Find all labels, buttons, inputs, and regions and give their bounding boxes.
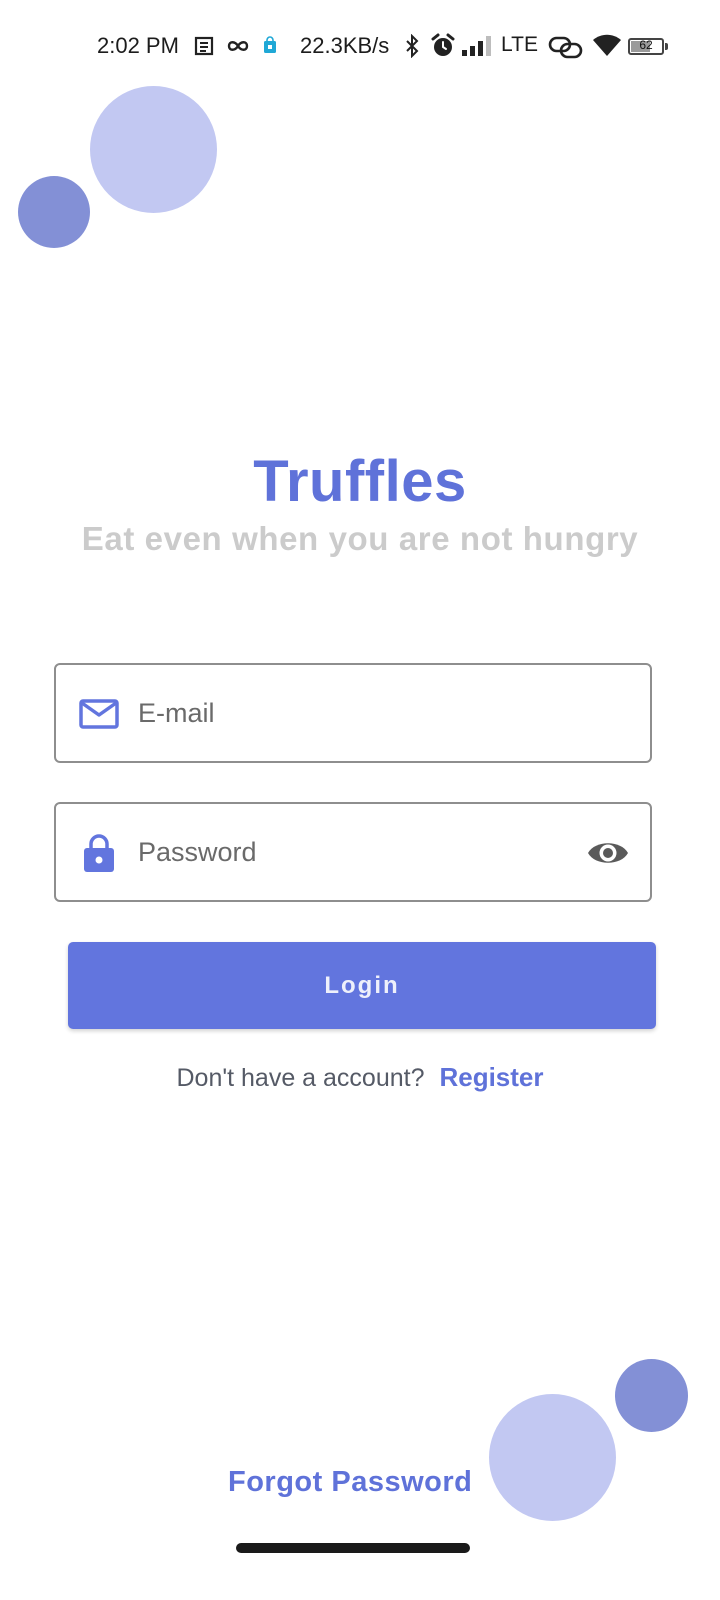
decorative-circle-top-small — [18, 176, 90, 248]
register-row: Don't have a account? Register — [0, 1062, 720, 1093]
signal-icon — [462, 36, 491, 56]
status-time: 2:02 PM — [97, 33, 179, 58]
login-button[interactable]: Login — [68, 942, 656, 1029]
battery-tip — [665, 43, 668, 50]
bluetooth-icon — [406, 34, 419, 58]
app-title: Truffles — [253, 449, 467, 514]
alarm-icon — [431, 33, 455, 56]
network-type: LTE — [501, 33, 538, 56]
email-field[interactable] — [54, 663, 652, 763]
infinity-icon — [227, 41, 249, 51]
battery-icon: 62 — [628, 38, 664, 55]
link-icon — [548, 36, 583, 59]
register-link[interactable]: Register — [439, 1062, 543, 1092]
eye-icon[interactable] — [586, 835, 630, 871]
home-indicator[interactable] — [236, 1543, 470, 1553]
password-input[interactable] — [138, 828, 558, 876]
password-field[interactable] — [54, 802, 652, 902]
battery-level: 62 — [639, 38, 653, 52]
shopping-bag-icon — [264, 36, 276, 53]
decorative-circle-top-large — [90, 86, 217, 213]
mail-icon — [79, 699, 119, 729]
notes-icon — [194, 36, 214, 56]
decorative-circle-bottom-small — [615, 1359, 688, 1432]
email-input[interactable] — [138, 689, 558, 737]
status-bar: 2:02 PM 22.3KB/s LTE 62 — [0, 26, 720, 66]
app-tagline: Eat even when you are not hungry — [81, 520, 639, 557]
network-speed: 22.3KB/s — [300, 33, 390, 58]
wifi-icon — [593, 34, 621, 56]
lock-icon — [84, 834, 114, 872]
register-prompt: Don't have a account? — [176, 1064, 425, 1092]
decorative-circle-bottom-large — [489, 1394, 616, 1521]
forgot-password-link[interactable]: Forgot Password — [228, 1466, 472, 1499]
